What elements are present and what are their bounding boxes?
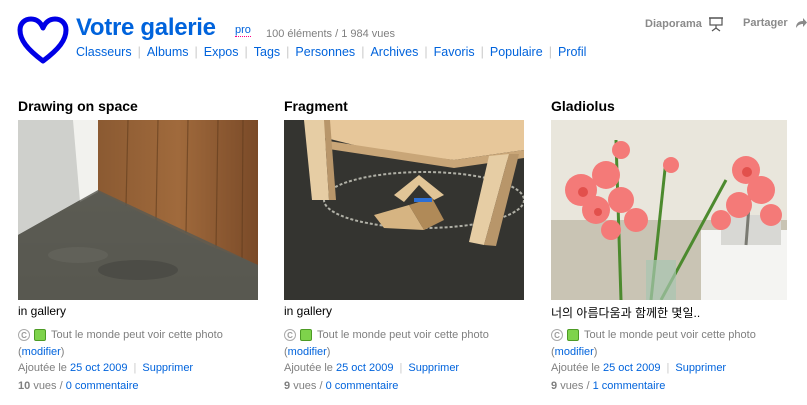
photo-description: in gallery — [284, 304, 333, 318]
date-link[interactable]: 25 oct 2009 — [336, 362, 394, 374]
comments-link[interactable]: 1 commentaire — [593, 380, 666, 392]
gallery-nav: Classeurs | Albums | Expos | Tags | Personne… — [76, 45, 587, 59]
nav-albums[interactable]: Albums — [147, 45, 189, 59]
nav-classeurs[interactable]: Classeurs — [76, 45, 132, 59]
copyright-icon: C — [18, 329, 30, 341]
views-count: 9 — [284, 380, 291, 392]
pro-badge[interactable]: pro — [235, 24, 251, 37]
photo-card: Drawing on space in gallery C Tout le mo… — [18, 97, 263, 392]
photo-thumbnail[interactable] — [18, 120, 258, 300]
public-icon — [300, 329, 312, 341]
photo-title[interactable]: Drawing on space — [18, 97, 263, 115]
photo-title[interactable]: Fragment — [284, 97, 529, 115]
copyright-icon: C — [284, 329, 296, 341]
share-label: Partager — [743, 17, 788, 29]
delete-link[interactable]: Supprimer — [675, 362, 726, 374]
photo-thumbnail[interactable] — [284, 120, 524, 300]
photo-gladiolus — [551, 120, 787, 300]
copyright-icon: C — [551, 329, 563, 341]
modify-row: (modifier) — [18, 346, 65, 358]
slideshow-label: Diaporama — [645, 18, 702, 30]
views-row: 9 vues / 0 commentaire — [284, 380, 398, 392]
added-label: Ajoutée le — [551, 362, 600, 374]
photo-drawing-on-space — [18, 120, 258, 300]
public-icon — [34, 329, 46, 341]
slideshow-icon — [708, 17, 723, 32]
page-title[interactable]: Votre galerie — [76, 14, 216, 42]
views-label: vues / — [33, 380, 63, 392]
photo-description: in gallery — [18, 304, 67, 318]
nav-profil[interactable]: Profil — [558, 45, 586, 59]
nav-personnes[interactable]: Personnes — [295, 45, 355, 59]
modify-row: (modifier) — [284, 346, 331, 358]
views-row: 10 vues / 0 commentaire — [18, 380, 139, 392]
date-link[interactable]: 25 oct 2009 — [70, 362, 128, 374]
nav-archives[interactable]: Archives — [370, 45, 418, 59]
photo-title[interactable]: Gladiolus — [551, 97, 796, 115]
share-button[interactable]: Partager — [743, 16, 807, 30]
photo-description: 너의 아름다움과 함께한 몇일.. — [551, 306, 701, 320]
added-row: Ajoutée le 25 oct 2009 | Supprimer — [18, 362, 194, 374]
public-icon — [567, 329, 579, 341]
comments-link[interactable]: 0 commentaire — [66, 380, 139, 392]
privacy-row: C Tout le monde peut voir cette photo — [18, 329, 223, 341]
views-row: 9 vues / 1 commentaire — [551, 380, 665, 392]
nav-populaire[interactable]: Populaire — [490, 45, 543, 59]
views-count: 10 — [18, 380, 31, 392]
privacy-text: Tout le monde peut voir cette photo — [51, 329, 223, 341]
added-row: Ajoutée le 25 oct 2009 | Supprimer — [551, 362, 727, 374]
views-label: vues / — [293, 380, 323, 392]
modify-link[interactable]: modifier — [555, 346, 594, 358]
privacy-row: C Tout le monde peut voir cette photo — [551, 329, 756, 341]
delete-link[interactable]: Supprimer — [408, 362, 459, 374]
modify-link[interactable]: modifier — [288, 346, 327, 358]
share-arrow-icon — [795, 18, 807, 28]
privacy-text: Tout le monde peut voir cette photo — [317, 329, 489, 341]
views-label: vues / — [560, 380, 590, 392]
photo-card: Gladiolus 너의 아름다움과 함께한 몇일.. C Tout le mo… — [551, 97, 796, 392]
gallery-stats: 100 éléments / 1 984 vues — [266, 28, 396, 40]
heart-logo-icon — [17, 16, 69, 64]
nav-favoris[interactable]: Favoris — [434, 45, 475, 59]
photo-thumbnail[interactable] — [551, 120, 787, 300]
nav-tags[interactable]: Tags — [254, 45, 280, 59]
privacy-row: C Tout le monde peut voir cette photo — [284, 329, 489, 341]
comments-link[interactable]: 0 commentaire — [326, 380, 399, 392]
added-label: Ajoutée le — [18, 362, 67, 374]
nav-expos[interactable]: Expos — [204, 45, 239, 59]
added-row: Ajoutée le 25 oct 2009 | Supprimer — [284, 362, 460, 374]
added-label: Ajoutée le — [284, 362, 333, 374]
date-link[interactable]: 25 oct 2009 — [603, 362, 661, 374]
modify-row: (modifier) — [551, 346, 598, 358]
privacy-text: Tout le monde peut voir cette photo — [584, 329, 756, 341]
photo-fragment — [284, 120, 524, 300]
slideshow-button[interactable]: Diaporama — [645, 16, 724, 32]
photo-card: Fragment in gallery C Tout le monde peut… — [284, 97, 529, 392]
modify-link[interactable]: modifier — [22, 346, 61, 358]
views-count: 9 — [551, 380, 558, 392]
delete-link[interactable]: Supprimer — [142, 362, 193, 374]
